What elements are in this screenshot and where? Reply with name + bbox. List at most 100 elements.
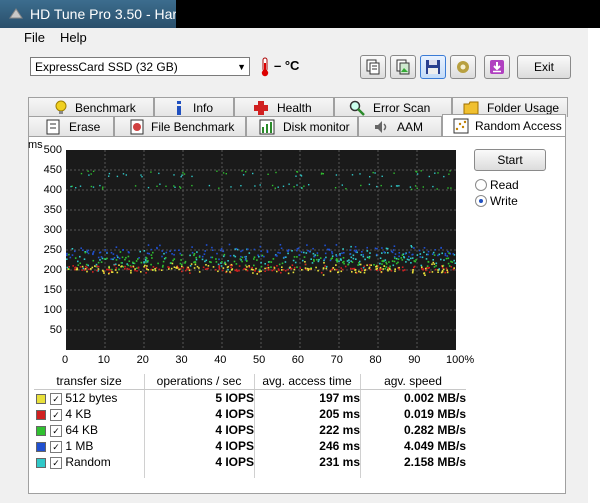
menu-file[interactable]: File	[24, 30, 45, 45]
scatter-point	[379, 266, 382, 269]
save-button[interactable]	[420, 55, 446, 79]
transfer-size: Random	[65, 455, 111, 469]
radio-write[interactable]	[475, 195, 487, 207]
scatter-point	[340, 259, 342, 261]
scatter-point	[227, 268, 229, 271]
radio-read[interactable]	[475, 179, 487, 191]
tab-info[interactable]: Info	[154, 97, 234, 117]
speed-value: 0.002 MB/s	[403, 391, 466, 405]
scatter-point	[332, 267, 335, 269]
scatter-point	[325, 265, 328, 268]
scatter-point	[326, 248, 329, 251]
scatter-point	[112, 258, 114, 261]
scatter-point	[130, 266, 132, 268]
scatter-point	[368, 257, 371, 259]
scatter-point	[312, 252, 315, 255]
scatter-point	[189, 254, 191, 257]
scatter-point	[300, 175, 303, 177]
scatter-point	[173, 253, 175, 256]
scatter-point	[161, 250, 163, 252]
series-checkbox[interactable]: ✓	[50, 408, 62, 421]
scatter-point	[335, 244, 338, 246]
exit-button[interactable]: Exit	[517, 55, 571, 79]
scatter-point	[306, 267, 309, 270]
scatter-point	[216, 252, 218, 255]
copy-image-button[interactable]	[390, 55, 416, 79]
scatter-point	[220, 265, 223, 267]
tab-health[interactable]: Health	[234, 97, 334, 117]
tab-erase[interactable]: Erase	[28, 116, 114, 136]
download-button[interactable]	[484, 55, 510, 79]
menu-help[interactable]: Help	[60, 30, 87, 45]
options-button[interactable]	[450, 55, 476, 79]
scatter-point	[382, 268, 384, 270]
scatter-point	[215, 258, 217, 260]
scatter-point	[156, 185, 158, 187]
tab-error-scan[interactable]: Error Scan	[334, 97, 452, 117]
scatter-point	[178, 268, 180, 271]
copy-text-button[interactable]	[360, 55, 386, 79]
scatter-point	[128, 260, 131, 262]
scatter-point	[331, 255, 334, 257]
scatter-point	[446, 255, 449, 257]
scatter-point	[416, 173, 419, 175]
scatter-point	[339, 253, 341, 255]
scatter-point	[413, 247, 415, 249]
scatter-point	[248, 252, 251, 254]
scatter-point	[118, 264, 120, 266]
speed-value: 0.019 MB/s	[403, 407, 466, 421]
scatter-point	[108, 272, 110, 275]
scatter-point	[280, 271, 282, 274]
scatter-point	[292, 259, 295, 262]
scatter-point	[427, 267, 430, 269]
y-tick-label: 400	[43, 184, 62, 196]
scatter-point	[184, 269, 187, 272]
scatter-point	[226, 266, 229, 269]
series-checkbox[interactable]: ✓	[50, 424, 62, 437]
scatter-point	[125, 174, 127, 176]
scatter-point	[387, 268, 389, 271]
scatter-point	[122, 266, 125, 268]
tab-aam[interactable]: AAM	[358, 116, 442, 136]
scatter-point	[241, 256, 244, 259]
scatter-point	[322, 274, 325, 276]
scatter-point	[108, 266, 110, 269]
series-checkbox[interactable]: ✓	[50, 392, 62, 405]
scatter-point	[393, 245, 396, 247]
series-checkbox[interactable]: ✓	[50, 456, 62, 469]
scatter-point	[96, 269, 98, 272]
scatter-point	[431, 253, 434, 255]
series-checkbox[interactable]: ✓	[50, 440, 62, 453]
scatter-point	[302, 259, 304, 262]
scatter-point	[394, 268, 396, 270]
start-button[interactable]: Start	[474, 149, 546, 171]
scatter-point	[110, 251, 113, 254]
tab-random-access[interactable]: Random Access	[442, 114, 566, 136]
scatter-point	[322, 173, 324, 175]
scatter-point	[360, 267, 363, 270]
scatter-point	[368, 267, 370, 270]
tab-file-benchmark[interactable]: File Benchmark	[114, 116, 246, 136]
scatter-point	[145, 256, 147, 259]
scatter-point	[111, 268, 113, 271]
drive-select[interactable]: ExpressCard SSD (32 GB) ▼	[30, 57, 250, 76]
scatter-point	[343, 252, 345, 254]
tab-disk-monitor[interactable]: Disk monitor	[246, 116, 358, 136]
scatter-point	[441, 252, 443, 255]
scatter-point	[159, 244, 161, 247]
scatter-point	[240, 185, 242, 187]
scatter-point	[315, 266, 317, 269]
scatter-point	[323, 262, 325, 264]
scatter-point	[94, 265, 96, 267]
scatter-point	[395, 257, 398, 260]
scatter-point	[230, 186, 232, 188]
tab-benchmark[interactable]: Benchmark	[28, 97, 154, 117]
scatter-point	[359, 271, 362, 274]
scatter-point	[316, 258, 318, 261]
scatter-point	[381, 252, 383, 254]
scatter-point	[397, 258, 400, 260]
scatter-point	[398, 268, 401, 271]
series-color-swatch	[36, 425, 46, 436]
scatter-point	[86, 270, 88, 273]
scatter-point	[425, 258, 428, 260]
